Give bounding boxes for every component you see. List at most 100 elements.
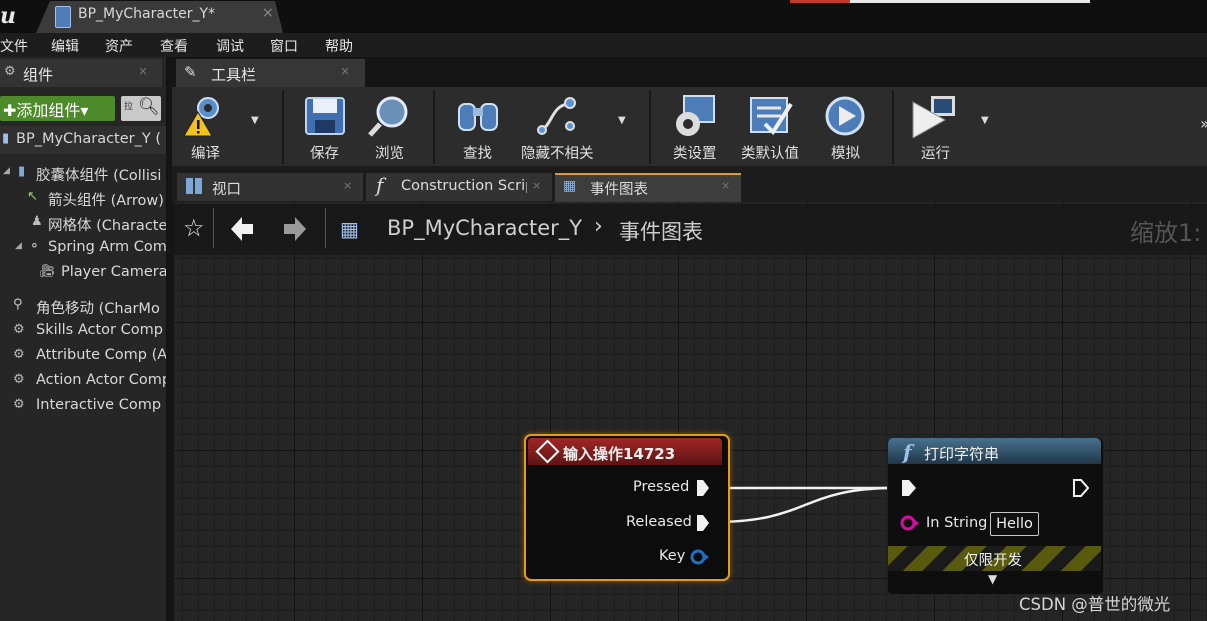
tab-construction-script-label: Construction Scrip: [401, 178, 527, 194]
close-tab-icon[interactable]: ×: [340, 64, 350, 78]
document-tab-title: BP_MyCharacter_Y*: [78, 6, 216, 22]
close-tab-icon[interactable]: ×: [138, 64, 148, 78]
toolbar-divider: [892, 90, 894, 164]
toolbar-divider: [649, 90, 651, 164]
menu-view[interactable]: 查看: [160, 36, 188, 56]
tree-item-movement[interactable]: 角色移动 (CharMo: [36, 297, 166, 318]
add-component-label: ✚添加组件▾: [3, 101, 89, 120]
menu-edit[interactable]: 编辑: [51, 36, 79, 56]
search-icon: 🔍︎: [138, 97, 160, 117]
save-label: 保存: [310, 146, 339, 162]
camera-icon: 🎥︎: [39, 264, 56, 279]
window-strip-red: [790, 0, 850, 3]
expand-arrow-icon[interactable]: ◢: [3, 166, 10, 176]
favorite-star-icon[interactable]: ☆: [183, 214, 205, 242]
wrench-icon: ✎: [184, 63, 197, 81]
compile-options-icon[interactable]: ▼: [251, 115, 259, 126]
tree-item-root[interactable]: BP_MyCharacter_Y (: [16, 131, 166, 147]
unreal-logo-icon: u: [0, 3, 16, 29]
components-tab-label: 组件: [23, 66, 54, 84]
tree-item-mesh[interactable]: 网格体 (Characte: [48, 214, 166, 235]
compile-icon[interactable]: [180, 94, 226, 138]
component-icon: ⚙: [13, 322, 25, 337]
toolbar-tab[interactable]: [176, 59, 365, 87]
arrow-icon: ↖: [27, 189, 38, 204]
tree-item-camera[interactable]: Player Camera: [61, 264, 166, 280]
class-defaults-label: 类默认值: [741, 146, 799, 162]
window-strip-white: [850, 0, 1090, 3]
movement-icon: ⚲: [13, 297, 23, 312]
in-string-label: In String: [926, 515, 988, 531]
menu-window[interactable]: 窗口: [270, 36, 298, 56]
header-divider: [213, 208, 214, 248]
component-icon: ⚙: [13, 347, 25, 362]
close-tab-icon[interactable]: ×: [532, 179, 541, 192]
in-string-input[interactable]: Hello: [990, 512, 1039, 536]
browse-icon[interactable]: [367, 94, 413, 138]
key-pin-icon[interactable]: [690, 549, 710, 565]
exec-pin-released-icon[interactable]: [696, 514, 710, 532]
tree-item-skills[interactable]: Skills Actor Comp: [36, 322, 166, 338]
development-only-label: 仅限开发: [964, 553, 1022, 569]
simulate-label: 模拟: [831, 146, 860, 162]
browse-label: 浏览: [375, 146, 404, 162]
tree-item-capsule[interactable]: 胶囊体组件 (Collisi: [36, 164, 166, 185]
capsule-icon: ▮: [18, 164, 26, 179]
zoom-label: 缩放1:: [1130, 219, 1202, 247]
hide-unrelated-icon[interactable]: [534, 94, 580, 138]
class-defaults-icon[interactable]: [747, 94, 793, 138]
toolbar-overflow-icon[interactable]: »: [1200, 114, 1207, 133]
pin-key-label: Key: [659, 548, 686, 564]
search-button-text: 拉: [124, 102, 134, 112]
close-tab-icon[interactable]: ×: [721, 179, 730, 192]
menu-help[interactable]: 帮助: [325, 36, 353, 56]
menu-file[interactable]: 文件: [0, 36, 28, 56]
save-icon[interactable]: [302, 94, 348, 138]
tree-item-interactive[interactable]: Interactive Comp (: [36, 397, 166, 413]
function-icon: f: [376, 173, 384, 197]
component-icon: ⚙: [13, 372, 25, 387]
play-icon[interactable]: [911, 94, 957, 138]
watermark: CSDN @普世的微光: [1019, 595, 1171, 614]
simulate-icon[interactable]: [822, 94, 868, 138]
find-label: 查找: [463, 146, 492, 162]
class-settings-label: 类设置: [673, 146, 717, 162]
toolbar-divider: [282, 90, 284, 164]
header-divider: [325, 208, 326, 248]
pin-released-label: Released: [626, 514, 692, 530]
tree-item-spring-arm[interactable]: Spring Arm Com: [48, 239, 166, 255]
menu-asset[interactable]: 资产: [105, 36, 133, 56]
close-tab-icon[interactable]: ×: [262, 5, 274, 21]
exec-pin-pressed-icon[interactable]: [696, 479, 710, 497]
tab-viewport[interactable]: [177, 173, 363, 201]
breadcrumb-separator: ›: [594, 214, 603, 239]
exec-wires: [713, 486, 897, 524]
play-label: 运行: [921, 146, 950, 162]
breadcrumb-blueprint[interactable]: BP_MyCharacter_Y: [387, 216, 582, 240]
menu-debug[interactable]: 调试: [216, 36, 244, 56]
play-options-icon[interactable]: ▼: [981, 115, 989, 126]
tab-event-graph[interactable]: [555, 173, 741, 203]
print-string-node-title: 打印字符串: [924, 445, 1000, 463]
exec-in-pin-icon[interactable]: [901, 479, 917, 497]
input-action-node-title: 输入操作14723: [563, 445, 676, 463]
close-tab-icon[interactable]: ×: [343, 179, 352, 192]
tree-item-attribute[interactable]: Attribute Comp (At: [36, 347, 166, 363]
hide-unrelated-options-icon[interactable]: ▼: [618, 115, 626, 126]
toolbar-tab-label: 工具栏: [211, 66, 257, 84]
tree-item-action[interactable]: Action Actor Comp: [36, 372, 166, 388]
hide-unrelated-label: 隐藏不相关: [521, 146, 594, 162]
find-icon[interactable]: [455, 94, 501, 138]
forward-arrow-icon[interactable]: [284, 217, 306, 241]
tab-event-graph-label: 事件图表: [590, 182, 648, 198]
expand-arrow-icon[interactable]: ◢: [15, 241, 22, 251]
compile-label: 编译: [191, 146, 220, 162]
class-settings-icon[interactable]: [672, 94, 718, 138]
exec-out-pin-icon[interactable]: [1073, 479, 1089, 497]
expand-advanced-icon[interactable]: ▼: [988, 572, 997, 586]
event-graph-icon: ▦: [340, 217, 359, 241]
string-pin-icon[interactable]: [900, 515, 920, 531]
tree-item-arrow[interactable]: 箭头组件 (Arrow): [48, 189, 166, 210]
back-arrow-icon[interactable]: [231, 217, 253, 241]
breadcrumb-graph: 事件图表: [619, 220, 703, 244]
